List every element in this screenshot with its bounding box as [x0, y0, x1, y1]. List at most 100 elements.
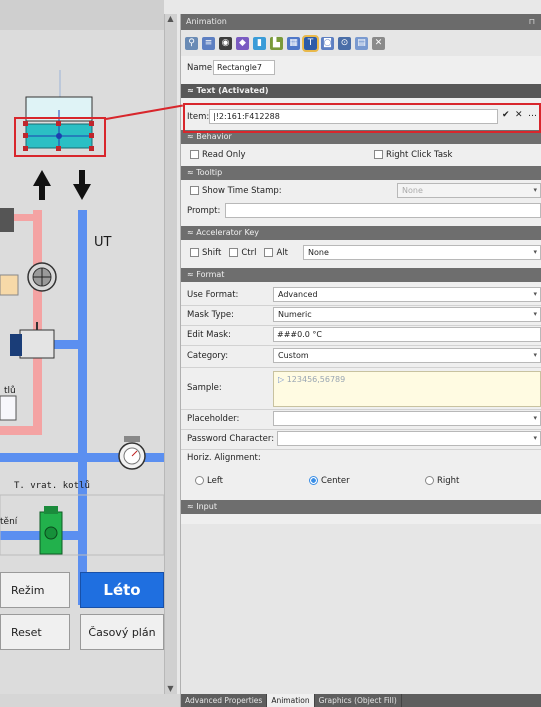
ut-label: UT	[94, 235, 112, 250]
align-center-radio[interactable]: Center	[309, 476, 350, 486]
checkbox-icon	[374, 150, 383, 159]
red-pipe-branch	[12, 214, 34, 221]
tooltip-section-label: Tooltip	[196, 168, 223, 177]
color-icon[interactable]: ◆	[236, 36, 249, 50]
mode-button[interactable]: Režim	[0, 572, 70, 608]
highlight-target-box	[183, 103, 541, 133]
canvas-vertical-scrollbar[interactable]	[164, 14, 177, 694]
align-left-radio[interactable]: Left	[195, 476, 223, 486]
prompt-input[interactable]	[225, 203, 541, 218]
behavior-section-label: Behavior	[196, 132, 232, 141]
link-icon[interactable]: ⚲	[185, 36, 198, 50]
ctrl-checkbox[interactable]: Ctrl	[221, 248, 256, 258]
password-dropdown[interactable]: ▾	[277, 431, 541, 446]
chevron-down-icon: ▾	[533, 434, 537, 442]
alt-checkbox[interactable]: Alt	[256, 248, 288, 258]
tab-advanced-properties[interactable]: Advanced Properties	[181, 694, 268, 707]
visibility-icon[interactable]: ◉	[219, 36, 232, 50]
blue-pipe-lower2	[62, 531, 87, 540]
highlight-source-box	[14, 117, 106, 157]
rotation-icon[interactable]: ⊙	[338, 36, 351, 50]
shift-checkbox[interactable]: Shift	[181, 248, 221, 258]
mask-type-dropdown[interactable]: Numeric ▾	[273, 307, 541, 322]
use-format-dropdown[interactable]: Advanced ▾	[273, 287, 541, 302]
edit-mask-label: Edit Mask:	[187, 330, 231, 340]
radio-selected-icon	[309, 476, 318, 485]
panel-empty-area	[181, 524, 541, 694]
heating-label: tění	[0, 517, 18, 527]
command-icon[interactable]: ≡	[202, 36, 215, 50]
collapse-icon: ≈	[187, 132, 197, 141]
placeholder-dropdown[interactable]: ▾	[273, 411, 541, 426]
scroll-up-icon[interactable]: ▲	[164, 14, 177, 28]
left-valve-icon	[0, 208, 14, 232]
checkbox-icon	[190, 186, 199, 195]
name-label: Name:	[187, 63, 215, 73]
chevron-down-icon: ▾	[533, 351, 537, 359]
blue-pipe-vertical	[78, 210, 87, 605]
right-click-task-checkbox[interactable]: Right Click Task	[374, 150, 452, 160]
resize-icon[interactable]: ◙	[321, 36, 334, 50]
info-box	[0, 395, 17, 421]
horiz-alignment-label: Horiz. Alignment:	[187, 453, 261, 463]
accelerator-key-dropdown[interactable]: None ▾	[303, 245, 541, 260]
schedule-button[interactable]: Časový plán	[80, 614, 164, 650]
collapse-icon: ≈	[187, 86, 197, 95]
read-only-checkbox[interactable]: Read Only	[181, 150, 246, 160]
pipe-stub	[0, 274, 19, 296]
format-section-header[interactable]: ≈ Format	[181, 268, 541, 282]
text-section-header[interactable]: ≈ Text (Activated)	[181, 84, 541, 98]
tab-animation[interactable]: Animation	[267, 694, 315, 707]
caret-icon: ▷	[278, 375, 287, 384]
position-icon[interactable]: ▦	[287, 36, 300, 50]
chevron-down-icon: ▾	[533, 290, 537, 298]
checkbox-icon	[264, 248, 274, 257]
horiz-alignment-row: Horiz. Alignment:	[181, 449, 541, 467]
bargraph-icon[interactable]: ▙	[270, 36, 283, 50]
row-divider	[181, 367, 541, 368]
summer-button[interactable]: Léto	[80, 572, 164, 608]
tab-graphics[interactable]: Graphics (Object Fill)	[315, 694, 402, 707]
expand-icon: ≈	[187, 502, 197, 511]
name-input[interactable]: Rectangle7	[213, 60, 275, 75]
hmi-canvas: UT tlů T. vrat. kotlů tění Režim Reset L…	[0, 0, 164, 707]
behavior-row: Read Only Right Click Task	[181, 146, 541, 164]
ctrl-label: Ctrl	[241, 248, 257, 258]
sample-value: 123456,56789	[286, 375, 346, 384]
accelerator-section-header[interactable]: ≈ Accelerator Key	[181, 226, 541, 240]
edit-mask-input[interactable]: ###0.0 °C	[273, 327, 541, 342]
category-value: Custom	[278, 351, 309, 360]
show-time-stamp-checkbox[interactable]: Show Time Stamp:	[181, 186, 282, 196]
delete-icon[interactable]: ✕	[372, 36, 385, 50]
shift-label: Shift	[202, 248, 222, 258]
time-stamp-dropdown[interactable]: None ▾	[397, 183, 541, 198]
placeholder-label: Placeholder:	[187, 414, 240, 424]
align-center-label: Center	[321, 476, 350, 486]
read-only-label: Read Only	[202, 150, 246, 160]
app-root: UT tlů T. vrat. kotlů tění Režim Reset L…	[0, 0, 541, 707]
return-temp-label: T. vrat. kotlů	[14, 481, 90, 491]
hyperlink-icon[interactable]: ▤	[355, 36, 368, 50]
pin-icon[interactable]: ⊓	[529, 17, 535, 26]
category-dropdown[interactable]: Custom ▾	[273, 348, 541, 363]
input-section-label: Input	[196, 502, 217, 511]
reset-button[interactable]: Reset	[0, 614, 70, 650]
align-right-radio[interactable]: Right	[425, 476, 459, 486]
checkbox-icon	[190, 150, 199, 159]
sample-label: Sample:	[187, 383, 222, 393]
collapse-icon: ≈	[187, 228, 197, 237]
text-icon[interactable]: T	[302, 34, 319, 52]
chevron-down-icon: ▾	[533, 414, 537, 422]
mixing-valve-icon	[19, 329, 55, 359]
tooltip-section-header[interactable]: ≈ Tooltip	[181, 166, 541, 180]
canvas-horizontal-scrollbar[interactable]	[0, 694, 180, 707]
use-format-value: Advanced	[278, 290, 318, 299]
accelerator-section-label: Accelerator Key	[196, 228, 260, 237]
arrow-down-icon	[73, 170, 91, 200]
input-section-header[interactable]: ≈ Input	[181, 500, 541, 514]
radio-icon	[425, 476, 434, 485]
bottom-tab-bar: Advanced Properties Animation Graphics (…	[181, 694, 541, 707]
use-format-label: Use Format:	[187, 290, 239, 300]
fill-icon[interactable]: ▮	[253, 36, 266, 50]
checkbox-icon	[190, 248, 199, 257]
